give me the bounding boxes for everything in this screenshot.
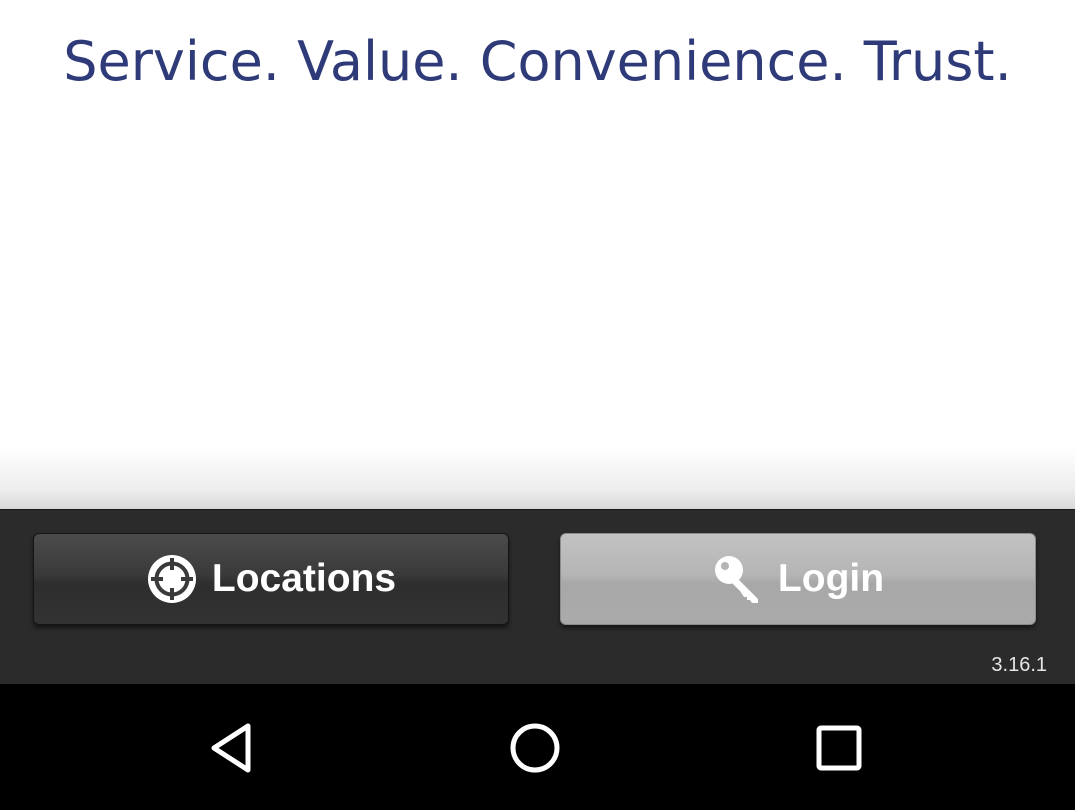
login-button[interactable]: Login [560, 533, 1036, 625]
locations-label: Locations [211, 557, 397, 600]
version-label: 3.16.1 [991, 654, 1047, 676]
tagline: Service. Value. Convenience. Trust. [63, 30, 1012, 93]
bottom-toolbar: Locations Login 3.16.1 [0, 509, 1075, 685]
home-icon[interactable] [507, 720, 563, 776]
login-label: Login [777, 557, 885, 600]
back-icon[interactable] [204, 720, 260, 776]
locations-button[interactable]: Locations [33, 533, 509, 625]
android-navigation-bar [0, 684, 1075, 810]
recents-icon[interactable] [811, 720, 867, 776]
crosshair-icon [147, 555, 196, 603]
key-icon [714, 556, 758, 603]
main-content: Service. Value. Convenience. Trust. [0, 0, 1075, 509]
app-screen: Service. Value. Convenience. Trust. Loca… [0, 0, 1075, 810]
